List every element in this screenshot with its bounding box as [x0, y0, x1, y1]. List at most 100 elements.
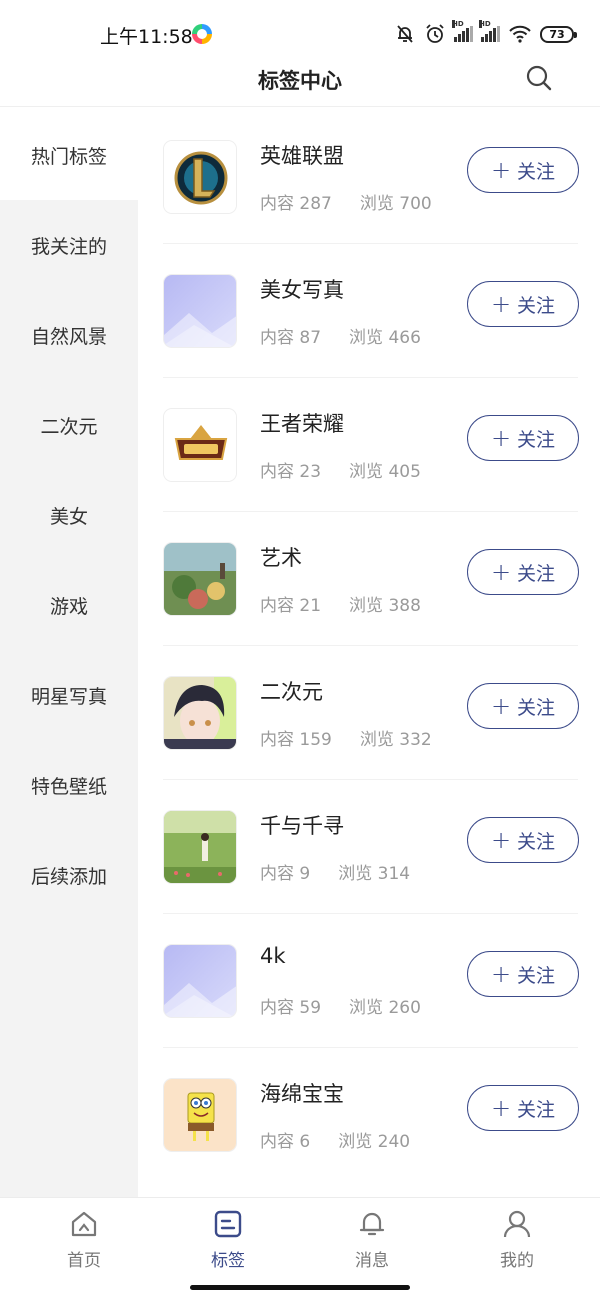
sidebar-item-games[interactable]: 游戏 — [0, 560, 138, 650]
content-value: 159 — [299, 730, 332, 750]
content-count: 内容 21 — [260, 591, 321, 616]
content-value: 287 — [299, 194, 332, 214]
tag-name: 海绵宝宝 — [260, 1082, 344, 1106]
content-value: 6 — [299, 1132, 311, 1152]
follow-label: 关注 — [517, 696, 556, 719]
image-placeholder-icon — [164, 945, 236, 1017]
tag-stats: 内容 6 浏览 240 — [260, 1127, 410, 1152]
sidebar-item-nature[interactable]: 自然风景 — [0, 290, 138, 380]
content-value: 23 — [299, 462, 322, 482]
sidebar-item-more[interactable]: 后续添加 — [0, 830, 138, 920]
plus-icon: + — [490, 558, 512, 586]
follow-button[interactable]: + 关注 — [467, 951, 579, 997]
signal-badge: HD — [452, 20, 464, 28]
follow-button[interactable]: + 关注 — [467, 683, 579, 729]
follow-label: 关注 — [517, 428, 556, 451]
status-icons: HD HD 73 — [394, 20, 577, 46]
tag-row[interactable]: 海绵宝宝 内容 6 浏览 240 + 关注 — [163, 1048, 579, 1182]
status-time: 上午11:58 — [100, 26, 193, 48]
tag-stats: 内容 9 浏览 314 — [260, 859, 410, 884]
sidebar-item-label: 我关注的 — [30, 235, 107, 258]
tag-thumbnail — [163, 676, 237, 750]
app-notification-icon — [192, 24, 212, 44]
views-label: 浏览 — [359, 194, 394, 214]
follow-button[interactable]: + 关注 — [467, 817, 579, 863]
plus-icon: + — [490, 424, 512, 452]
nav-messages[interactable]: 消息 — [322, 1208, 422, 1274]
sidebar-item-hot-tags[interactable]: 热门标签 — [0, 110, 138, 200]
image-placeholder-icon — [164, 275, 236, 347]
user-icon — [503, 1210, 531, 1238]
nav-profile[interactable]: 我的 — [467, 1208, 567, 1274]
content-count: 内容 87 — [260, 323, 321, 348]
painting-thumbnail-icon — [164, 543, 236, 615]
content-value: 9 — [299, 864, 311, 884]
tag-thumbnail — [163, 274, 237, 348]
content-count: 内容 23 — [260, 457, 321, 482]
views-value: 466 — [388, 328, 421, 348]
content-label: 内容 — [260, 328, 294, 348]
sidebar-item-beauty[interactable]: 美女 — [0, 470, 138, 560]
view-count: 浏览 466 — [349, 323, 421, 348]
tag-row[interactable]: 二次元 内容 159 浏览 332 + 关注 — [163, 646, 579, 780]
sidebar-item-following[interactable]: 我关注的 — [0, 200, 138, 290]
sidebar-item-label: 美女 — [49, 505, 88, 528]
views-value: 388 — [388, 596, 421, 616]
app-header: 标签中心 — [0, 55, 600, 107]
category-sidebar: 热门标签 我关注的 自然风景 二次元 美女 游戏 明星写真 特色壁纸 后续添加 — [0, 110, 138, 1197]
follow-button[interactable]: + 关注 — [467, 415, 579, 461]
sidebar-item-celebrity[interactable]: 明星写真 — [0, 650, 138, 740]
tag-row[interactable]: 4k 内容 59 浏览 260 + 关注 — [163, 914, 579, 1048]
follow-button[interactable]: + 关注 — [467, 549, 579, 595]
content-count: 内容 159 — [260, 725, 332, 750]
home-indicator[interactable] — [190, 1285, 410, 1290]
tag-stats: 内容 59 浏览 260 — [260, 993, 421, 1018]
page-title: 标签中心 — [258, 69, 342, 93]
view-count: 浏览 314 — [338, 859, 410, 884]
content-label: 内容 — [260, 730, 294, 750]
views-value: 260 — [388, 998, 421, 1018]
tag-name: 千与千寻 — [260, 814, 344, 838]
nav-home[interactable]: 首页 — [34, 1208, 134, 1274]
views-value: 314 — [377, 864, 411, 884]
content-label: 内容 — [260, 596, 294, 616]
content-value: 21 — [299, 596, 322, 616]
sidebar-item-wallpaper[interactable]: 特色壁纸 — [0, 740, 138, 830]
bell-icon — [359, 1212, 385, 1236]
nav-label: 首页 — [67, 1251, 101, 1271]
view-count: 浏览 405 — [349, 457, 421, 482]
tag-name: 4k — [260, 944, 286, 968]
views-value: 405 — [388, 462, 421, 482]
tag-row[interactable]: 千与千寻 内容 9 浏览 314 + 关注 — [163, 780, 579, 914]
tag-name: 美女写真 — [260, 278, 344, 302]
plus-icon: + — [490, 692, 512, 720]
search-icon[interactable] — [524, 63, 554, 93]
tag-stats: 内容 23 浏览 405 — [260, 457, 421, 482]
views-label: 浏览 — [349, 998, 384, 1018]
content-count: 内容 9 — [260, 859, 310, 884]
follow-button[interactable]: + 关注 — [467, 1085, 579, 1131]
tag-row[interactable]: 艺术 内容 21 浏览 388 + 关注 — [163, 512, 579, 646]
tag-thumbnail — [163, 1078, 237, 1152]
follow-button[interactable]: + 关注 — [467, 281, 579, 327]
tag-list-icon — [214, 1210, 242, 1238]
sidebar-item-label: 明星写真 — [30, 685, 107, 708]
spongebob-thumbnail-icon — [164, 1079, 236, 1151]
tag-row[interactable]: 美女写真 内容 87 浏览 466 + 关注 — [163, 244, 579, 378]
sidebar-item-anime[interactable]: 二次元 — [0, 380, 138, 470]
sidebar-item-label: 热门标签 — [30, 145, 107, 168]
tag-row[interactable]: 英雄联盟 内容 287 浏览 700 + 关注 — [163, 110, 579, 244]
plus-icon: + — [490, 156, 512, 184]
tag-thumbnail — [163, 542, 237, 616]
nav-label: 消息 — [355, 1251, 389, 1271]
tag-name: 二次元 — [260, 680, 323, 704]
home-icon — [71, 1211, 97, 1237]
nav-tags[interactable]: 标签 — [178, 1208, 278, 1274]
nav-label: 我的 — [500, 1251, 534, 1271]
content-label: 内容 — [260, 462, 294, 482]
tag-name: 艺术 — [260, 546, 302, 570]
follow-button[interactable]: + 关注 — [467, 147, 579, 193]
plus-icon: + — [490, 290, 512, 318]
tag-row[interactable]: 王者荣耀 内容 23 浏览 405 + 关注 — [163, 378, 579, 512]
tag-stats: 内容 87 浏览 466 — [260, 323, 421, 348]
